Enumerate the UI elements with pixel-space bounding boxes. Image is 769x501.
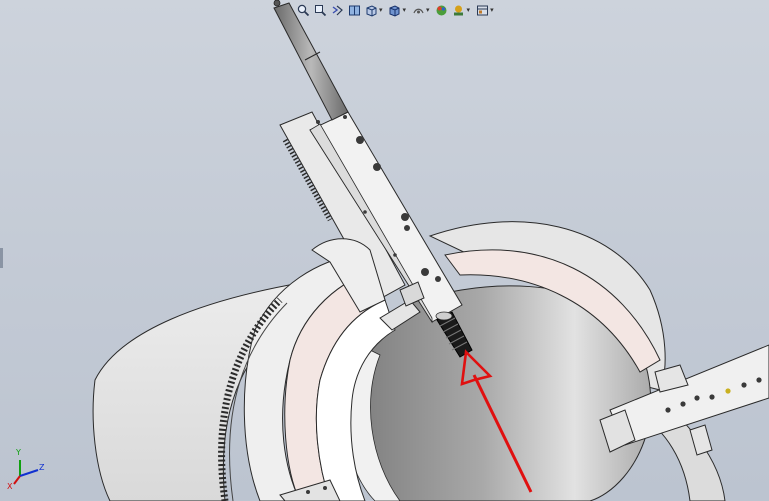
- triad-y-label: Y: [16, 448, 21, 457]
- graphics-area[interactable]: [0, 0, 769, 501]
- triad-z-label: Z: [39, 463, 45, 472]
- triad-x-label: X: [7, 482, 13, 491]
- reference-triad: Y Z X: [4, 448, 50, 494]
- feed-screw-rod[interactable]: [273, 0, 349, 121]
- panel-collapse-tab[interactable]: [0, 248, 3, 268]
